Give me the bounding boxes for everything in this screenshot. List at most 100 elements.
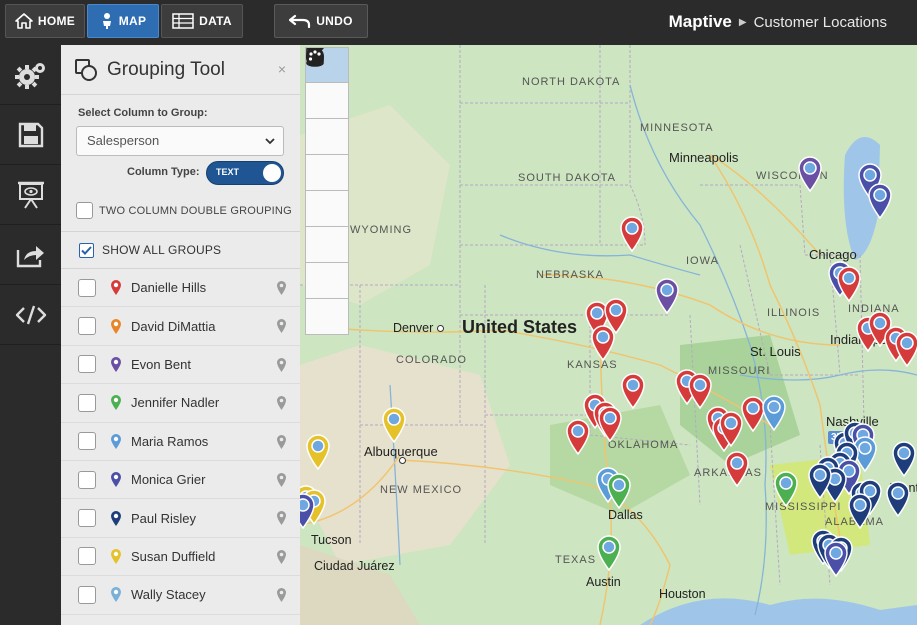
two-column-checkbox[interactable] <box>76 202 93 219</box>
map-marker-icon <box>688 373 712 410</box>
share-button[interactable] <box>0 225 61 285</box>
location-marker[interactable] <box>305 434 331 471</box>
locate-pin-icon[interactable] <box>276 472 287 488</box>
group-row[interactable]: Maria Ramos <box>61 423 300 461</box>
style-tool-button[interactable] <box>305 48 349 335</box>
route-tool-button[interactable] <box>305 48 349 191</box>
group-row[interactable]: David DiMattia <box>61 307 300 346</box>
location-marker[interactable] <box>596 535 622 572</box>
location-marker[interactable] <box>894 331 917 368</box>
group-checkbox[interactable] <box>78 432 96 451</box>
map-marker-icon <box>597 535 621 572</box>
map-marker-icon <box>774 471 798 508</box>
locate-pin-icon[interactable] <box>276 587 287 603</box>
gear-icon <box>14 62 45 89</box>
location-marker[interactable] <box>620 373 646 410</box>
location-marker[interactable] <box>590 325 616 362</box>
location-marker[interactable] <box>823 541 849 578</box>
city-label: Austin <box>586 575 621 589</box>
locate-pin-icon[interactable] <box>276 434 287 450</box>
group-row[interactable]: Monica Grier <box>61 461 300 500</box>
group-row[interactable]: Paul Risley <box>61 499 300 538</box>
location-marker[interactable] <box>381 407 407 444</box>
location-marker[interactable] <box>867 183 893 220</box>
presentation-button[interactable] <box>0 165 61 225</box>
group-checkbox[interactable] <box>78 547 96 566</box>
polygon-tool-button[interactable] <box>305 47 349 227</box>
column-type-toggle[interactable]: TEXT <box>206 161 284 185</box>
map-marker-icon <box>719 411 743 448</box>
state-label: WYOMING <box>350 224 412 236</box>
show-all-groups-row: SHOW ALL GROUPS <box>61 232 300 269</box>
heatmap-tool-button[interactable] <box>305 48 349 299</box>
map-marker-icon <box>824 541 848 578</box>
group-row[interactable]: Wally Stacey <box>61 576 300 615</box>
pin-tool-button[interactable] <box>305 49 349 155</box>
group-row[interactable]: Susan Duffield <box>61 538 300 577</box>
presentation-icon <box>17 181 44 209</box>
boundary-tool-button[interactable] <box>305 48 349 263</box>
group-row[interactable]: Evon Bent <box>61 346 300 385</box>
embed-button[interactable] <box>0 285 61 345</box>
location-marker[interactable] <box>773 471 799 508</box>
home-button[interactable]: HOME <box>5 4 85 38</box>
show-all-checkbox[interactable] <box>79 242 94 258</box>
locate-pin-icon[interactable] <box>276 510 287 526</box>
map-marker-icon <box>111 587 121 603</box>
map-marker-icon <box>591 325 615 362</box>
group-list: Danielle Hills David DiMattia Evon Bent Jen… <box>61 269 300 615</box>
city-label: Chicago <box>809 247 857 262</box>
location-marker[interactable] <box>807 463 833 500</box>
location-marker[interactable] <box>891 441 917 478</box>
map-marker-icon <box>848 493 872 530</box>
group-checkbox[interactable] <box>78 509 96 528</box>
location-marker[interactable] <box>687 373 713 410</box>
map-marker-icon <box>798 156 822 193</box>
breadcrumb-separator-icon: ▶ <box>738 16 747 28</box>
location-marker[interactable] <box>761 395 787 432</box>
map-view[interactable]: NORTH DAKOTA MINNESOTA SOUTH DAKOTA WISC… <box>300 45 917 625</box>
state-label: TEXAS <box>555 554 597 566</box>
location-marker[interactable] <box>797 156 823 193</box>
map-label: MAP <box>118 14 147 28</box>
locate-pin-icon[interactable] <box>276 280 287 296</box>
state-label: IOWA <box>686 255 719 267</box>
location-marker[interactable] <box>847 493 873 530</box>
close-icon[interactable]: × <box>278 61 286 77</box>
undo-button[interactable]: UNDO <box>274 4 368 38</box>
location-marker[interactable] <box>836 266 862 303</box>
settings-button[interactable] <box>0 45 61 105</box>
group-checkbox[interactable] <box>78 470 96 489</box>
select-column-label: Select Column to Group: <box>78 107 208 119</box>
map-marker-icon <box>111 433 121 449</box>
group-checkbox[interactable] <box>78 393 96 412</box>
location-marker[interactable] <box>597 406 623 443</box>
state-label: MINNESOTA <box>640 122 714 134</box>
group-column-select[interactable]: Salesperson <box>76 126 284 156</box>
location-marker[interactable] <box>724 451 750 488</box>
location-marker[interactable] <box>654 278 680 315</box>
location-marker[interactable] <box>619 216 645 253</box>
city-label: St. Louis <box>750 344 801 359</box>
locate-pin-icon[interactable] <box>276 549 287 565</box>
location-marker[interactable] <box>718 411 744 448</box>
group-row[interactable]: Danielle Hills <box>61 269 300 308</box>
city-label: Houston <box>659 587 706 601</box>
group-checkbox[interactable] <box>78 355 96 374</box>
filter-tool-button[interactable] <box>305 48 349 119</box>
group-checkbox[interactable] <box>78 278 96 297</box>
locate-pin-icon[interactable] <box>276 318 287 334</box>
save-button[interactable] <box>0 105 61 165</box>
group-checkbox[interactable] <box>78 585 96 604</box>
location-marker[interactable] <box>606 473 632 510</box>
data-button[interactable]: DATA <box>161 4 243 38</box>
location-marker[interactable] <box>300 493 316 530</box>
location-marker[interactable] <box>885 481 911 518</box>
map-button[interactable]: MAP <box>87 4 159 38</box>
group-row[interactable]: Jennifer Nadler <box>61 384 300 423</box>
locate-pin-icon[interactable] <box>276 395 287 411</box>
locate-pin-icon[interactable] <box>276 357 287 373</box>
map-marker-icon <box>111 510 121 526</box>
location-marker[interactable] <box>565 419 591 456</box>
group-checkbox[interactable] <box>78 317 96 336</box>
